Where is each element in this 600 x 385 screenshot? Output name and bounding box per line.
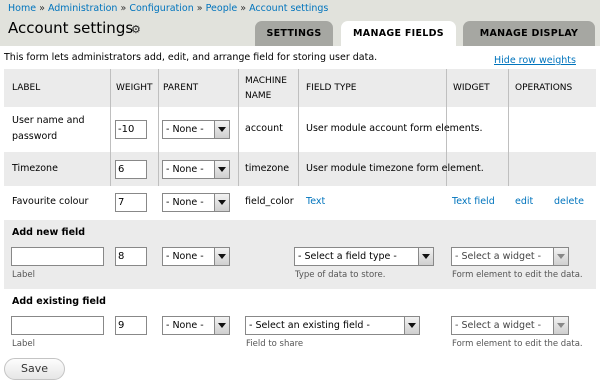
add-new-field-title: Add new field (12, 227, 86, 238)
gear-icon[interactable]: ⚙ (131, 24, 141, 35)
field-type-help: Type of data to store. (295, 270, 386, 280)
existing-field-label-input[interactable] (11, 316, 104, 335)
tab-settings[interactable]: SETTINGS (255, 21, 333, 46)
header-machine-name: MACHINE (245, 76, 287, 86)
chevron-down-icon (418, 248, 433, 265)
chevron-down-icon (553, 317, 568, 334)
parent-select[interactable]: - None - (162, 120, 230, 139)
breadcrumb-administration-link[interactable]: Administration (48, 3, 118, 14)
column-divider (508, 69, 509, 186)
header-field-type: FIELD TYPE (306, 83, 357, 93)
column-divider (110, 69, 111, 186)
tab-manage-fields[interactable]: MANAGE FIELDS (341, 21, 456, 46)
parent-select-value: - None - (166, 164, 204, 175)
column-divider (298, 69, 299, 186)
existing-field-weight-input[interactable]: 9 (115, 316, 147, 335)
header-parent: PARENT (163, 83, 199, 93)
weight-input[interactable]: 6 (115, 160, 147, 179)
breadcrumb-separator: » (120, 3, 127, 14)
breadcrumb-home-link[interactable]: Home (8, 3, 36, 14)
form-description: This form lets administrators add, edit,… (4, 52, 378, 63)
machine-name: account (245, 123, 283, 134)
widget-help: Form element to edit the data. (452, 270, 583, 280)
breadcrumb-people-link[interactable]: People (206, 3, 238, 14)
field-type-select[interactable]: - Select a field type - (294, 247, 434, 266)
chevron-down-icon (553, 248, 568, 265)
row-label: User name and (12, 115, 85, 126)
existing-field-help: Field to share (246, 339, 304, 349)
row-label: password (12, 131, 58, 142)
row-label: Favourite colour (12, 196, 89, 207)
existing-field-widget-select[interactable]: - Select a widget - (451, 316, 569, 335)
page-title: Account settings (8, 19, 134, 37)
parent-select-value: - None - (166, 251, 204, 262)
save-button[interactable]: Save (4, 358, 65, 380)
widget-link[interactable]: Text field (452, 195, 495, 209)
parent-select-value: - None - (166, 320, 204, 331)
weight-input[interactable]: 7 (115, 193, 147, 212)
field-type-link[interactable]: Text (306, 195, 325, 209)
header-operations: OPERATIONS (515, 83, 573, 93)
new-field-weight-input[interactable]: 8 (115, 247, 147, 266)
tab-manage-display[interactable]: MANAGE DISPLAY (463, 21, 595, 46)
field-type: User module account form elements. (306, 123, 483, 134)
new-field-label-input[interactable] (11, 247, 104, 266)
field-type-select-value: - Select a field type - (298, 251, 397, 262)
parent-select-value: - None - (166, 197, 204, 208)
breadcrumb: Home » Administration » Configuration » … (8, 3, 328, 14)
row-label: Timezone (12, 163, 58, 174)
weight-input[interactable]: -10 (115, 120, 147, 139)
column-divider (158, 69, 159, 186)
table-row (4, 186, 596, 220)
new-field-widget-select[interactable]: - Select a widget - (451, 247, 569, 266)
machine-name: field_color (245, 196, 294, 207)
breadcrumb-configuration-link[interactable]: Configuration (129, 3, 193, 14)
header-widget: WIDGET (453, 83, 490, 93)
chevron-down-icon (214, 121, 229, 138)
header-machine-name: NAME (245, 91, 272, 101)
chevron-down-icon (214, 248, 229, 265)
new-field-parent-select[interactable]: - None - (162, 247, 230, 266)
breadcrumb-account-settings-link[interactable]: Account settings (249, 3, 328, 14)
chevron-down-icon (404, 317, 419, 334)
new-field-label-help: Label (12, 270, 35, 280)
chevron-down-icon (214, 194, 229, 211)
add-existing-field-title: Add existing field (12, 296, 106, 307)
existing-field-select-value: - Select an existing field - (249, 320, 370, 331)
hide-row-weights-link[interactable]: Hide row weights (494, 55, 576, 66)
header-weight: WEIGHT (116, 83, 153, 93)
delete-link[interactable]: delete (554, 195, 584, 209)
column-divider (238, 69, 239, 186)
field-type: User module timezone form element. (306, 163, 484, 174)
breadcrumb-separator: » (39, 3, 45, 14)
existing-field-parent-select[interactable]: - None - (162, 316, 230, 335)
machine-name: timezone (245, 163, 290, 174)
header-label: LABEL (12, 83, 41, 93)
widget-help: Form element to edit the data. (452, 339, 583, 349)
existing-field-select[interactable]: - Select an existing field - (245, 316, 420, 335)
existing-field-label-help: Label (12, 339, 35, 349)
breadcrumb-separator: » (240, 3, 247, 14)
parent-select[interactable]: - None - (162, 160, 230, 179)
chevron-down-icon (214, 161, 229, 178)
widget-select-value: - Select a widget - (455, 320, 542, 331)
edit-link[interactable]: edit (515, 195, 533, 209)
breadcrumb-separator: » (196, 3, 203, 14)
parent-select[interactable]: - None - (162, 193, 230, 212)
chevron-down-icon (214, 317, 229, 334)
parent-select-value: - None - (166, 124, 204, 135)
widget-select-value: - Select a widget - (455, 251, 542, 262)
